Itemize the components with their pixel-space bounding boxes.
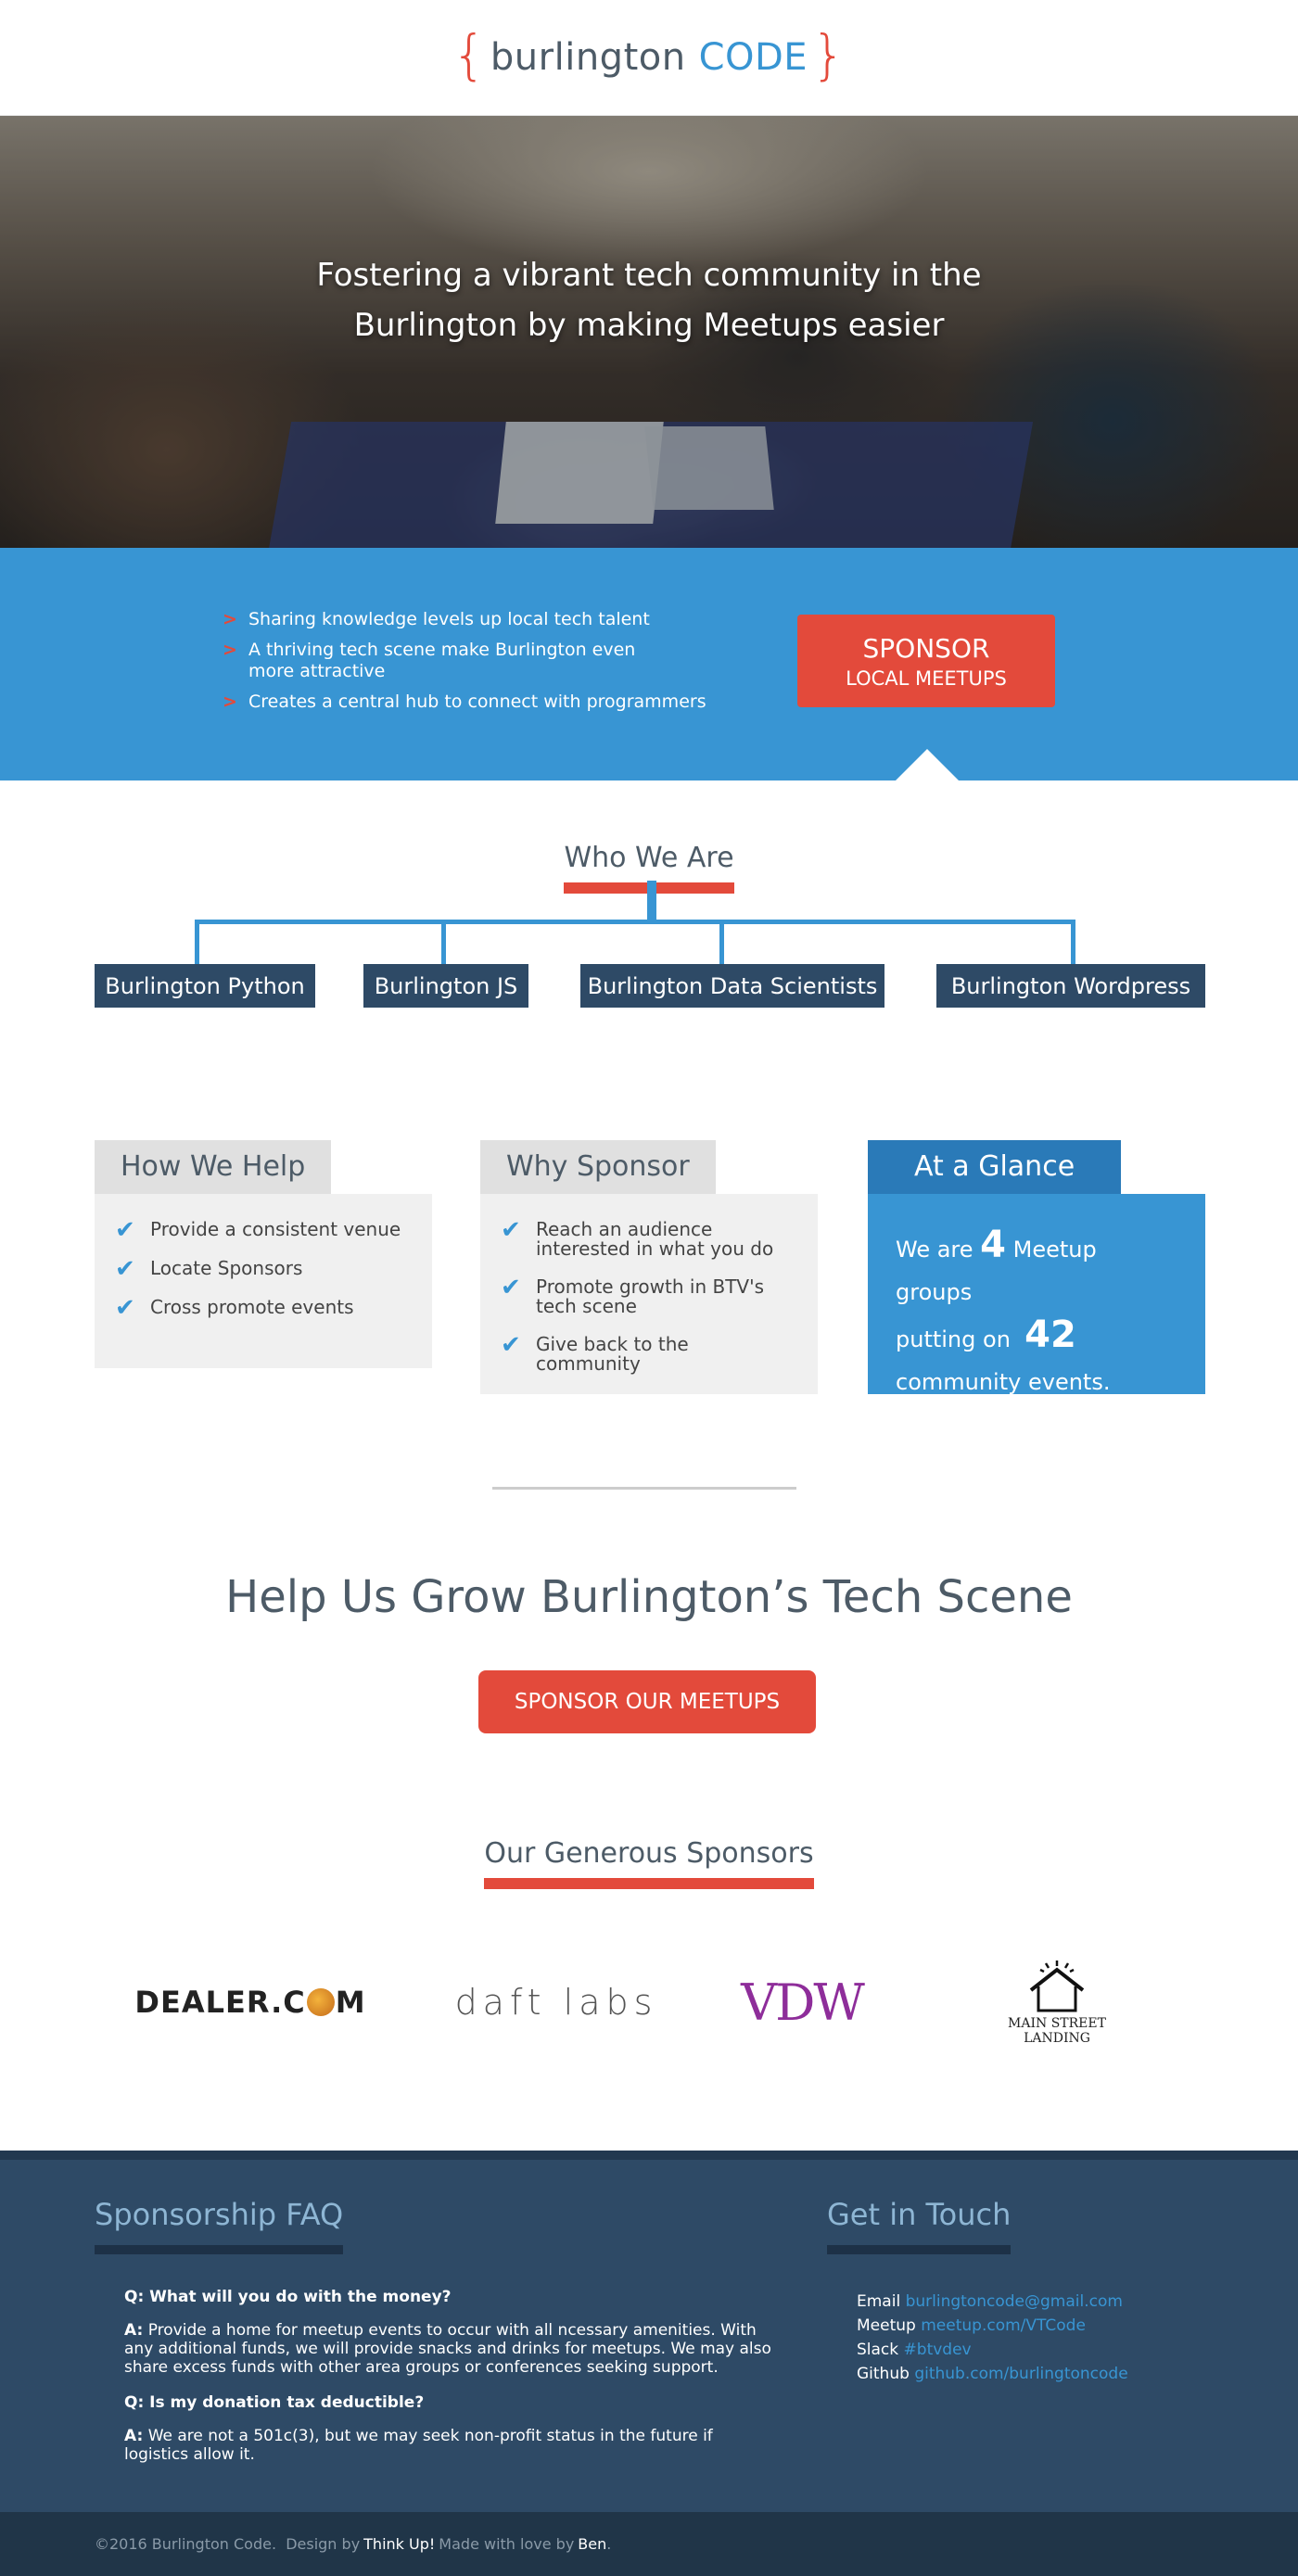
check-icon: ✔ bbox=[501, 1274, 521, 1301]
tree-bar bbox=[195, 920, 1075, 924]
dealer-com-logo[interactable]: DEALER.C M bbox=[93, 1951, 408, 2053]
tree-stem bbox=[647, 881, 656, 921]
meetup-link[interactable]: meetup.com/VTCode bbox=[921, 2316, 1086, 2335]
benefit-item: > Sharing knowledge levels up local tech … bbox=[223, 609, 650, 629]
benefit-item: > Creates a central hub to connect with p… bbox=[223, 692, 706, 712]
tree-branch bbox=[1071, 920, 1075, 966]
thinkup-link[interactable]: Think Up! bbox=[363, 2535, 435, 2553]
tree-branch bbox=[719, 920, 724, 966]
divider bbox=[492, 1487, 796, 1490]
how-we-help-card: How We Help ✔ Provide a consistent venue … bbox=[95, 1140, 432, 1368]
faq-answer: A: Provide a home for meetup events to o… bbox=[124, 2321, 771, 2377]
tree-branch bbox=[195, 920, 199, 966]
at-a-glance-title: At a Glance bbox=[868, 1140, 1122, 1194]
logo-brace-close: } bbox=[811, 23, 846, 86]
tree-branch bbox=[441, 920, 446, 966]
benefit-item: > A thriving tech scene make Burlington e… bbox=[223, 640, 636, 681]
vdw-logo[interactable]: VDW bbox=[714, 1951, 890, 2053]
brand-logo[interactable]: { burlington CODE } bbox=[452, 28, 846, 82]
help-item: ✔ Locate Sponsors bbox=[115, 1255, 303, 1283]
slack-link[interactable]: #btvdev bbox=[904, 2341, 972, 2359]
check-icon: ✔ bbox=[115, 1255, 135, 1283]
contact-email-row: Email burlingtoncode@gmail.com bbox=[857, 2292, 1123, 2311]
check-icon: ✔ bbox=[501, 1216, 521, 1244]
check-icon: ✔ bbox=[115, 1216, 135, 1244]
contact-github-row: Github github.com/burlingtoncode bbox=[857, 2365, 1128, 2383]
logo-code: CODE bbox=[698, 36, 808, 79]
logo-brace-open: { bbox=[452, 23, 487, 86]
at-a-glance-card: At a Glance We are 4 Meetup groups putti… bbox=[868, 1140, 1205, 1395]
faq-list: Q: What will you do with the money? A: P… bbox=[95, 2288, 781, 2464]
copyright-text: ©2016 Burlington Code. bbox=[95, 2535, 277, 2553]
how-we-help-title: How We Help bbox=[95, 1140, 332, 1194]
logo-word: burlington bbox=[490, 36, 686, 79]
events-count: 42 bbox=[1024, 1313, 1076, 1356]
groups-count: 4 bbox=[980, 1224, 1007, 1266]
group-burlington-wordpress[interactable]: Burlington Wordpress bbox=[936, 964, 1205, 1008]
faq-question: Q: Is my donation tax deductible? bbox=[124, 2393, 425, 2412]
section-notch bbox=[896, 749, 959, 780]
arrow-icon: > bbox=[223, 640, 237, 660]
daft-labs-logo[interactable]: daft labs bbox=[445, 1951, 668, 2053]
arrow-icon: > bbox=[223, 692, 237, 712]
arrow-icon: > bbox=[223, 609, 237, 629]
faq-section: Sponsorship FAQ Q: What will you do with… bbox=[95, 2197, 781, 2481]
faq-heading: Sponsorship FAQ bbox=[95, 2197, 344, 2254]
why-item: ✔ Reach an audience interested in what yo… bbox=[501, 1216, 774, 1260]
email-link[interactable]: burlingtoncode@gmail.com bbox=[906, 2292, 1123, 2311]
contact-list: Email burlingtoncode@gmail.com Meetup me… bbox=[827, 2290, 1128, 2386]
faq-answer: A: We are not a 501c(3), but we may seek… bbox=[124, 2427, 713, 2464]
why-sponsor-title: Why Sponsor bbox=[480, 1140, 716, 1194]
how-we-help-panel: ✔ Provide a consistent venue ✔ Locate Spon… bbox=[95, 1194, 432, 1368]
site-footer: Sponsorship FAQ Q: What will you do with… bbox=[0, 2151, 1298, 2512]
group-burlington-data-scientists[interactable]: Burlington Data Scientists bbox=[580, 964, 884, 1008]
check-icon: ✔ bbox=[501, 1331, 521, 1359]
why-item: ✔ Promote growth in BTV's tech scene bbox=[501, 1274, 765, 1317]
why-item: ✔ Give back to the community bbox=[501, 1331, 689, 1375]
github-link[interactable]: github.com/burlingtoncode bbox=[914, 2365, 1127, 2383]
site-header: { burlington CODE } bbox=[0, 0, 1298, 116]
why-sponsor-card: Why Sponsor ✔ Reach an audience intereste… bbox=[480, 1140, 818, 1394]
ben-link[interactable]: Ben bbox=[578, 2535, 606, 2553]
group-burlington-python[interactable]: Burlington Python bbox=[95, 964, 315, 1008]
help-item: ✔ Cross promote events bbox=[115, 1294, 354, 1322]
contact-section: Get in Touch Email burlingtoncode@gmail.… bbox=[827, 2197, 1128, 2386]
sponsor-our-meetups-button[interactable]: SPONSOR OUR MEETUPS bbox=[478, 1670, 816, 1733]
group-burlington-js[interactable]: Burlington JS bbox=[363, 964, 528, 1008]
contact-slack-row: Slack #btvdev bbox=[857, 2341, 972, 2359]
check-icon: ✔ bbox=[115, 1294, 135, 1322]
sponsors-heading-wrap: Our Generous Sponsors bbox=[0, 1835, 1298, 1889]
house-icon bbox=[1029, 1961, 1085, 2012]
help-item: ✔ Provide a consistent venue bbox=[115, 1216, 401, 1244]
benefits-bar: > Sharing knowledge levels up local tech … bbox=[0, 548, 1298, 780]
at-a-glance-panel: We are 4 Meetup groups putting on 42 com… bbox=[868, 1194, 1205, 1395]
main-street-landing-logo[interactable]: MAIN STREET LANDING bbox=[964, 1951, 1150, 2053]
grow-heading: Help Us Grow Burlington’s Tech Scene bbox=[225, 1571, 1073, 1623]
globe-icon bbox=[306, 1988, 335, 2016]
hero-tagline: Fostering a vibrant tech community in th… bbox=[0, 250, 1298, 350]
hero-banner: Fostering a vibrant tech community in th… bbox=[0, 116, 1298, 548]
sponsors-heading: Our Generous Sponsors bbox=[484, 1835, 814, 1889]
contact-meetup-row: Meetup meetup.com/VTCode bbox=[857, 2316, 1086, 2335]
hero-tagline-line1: Fostering a vibrant tech community in th… bbox=[316, 257, 982, 294]
sponsor-local-meetups-button[interactable]: SPONSOR LOCAL MEETUPS bbox=[797, 615, 1055, 707]
hero-tagline-line2: Burlington by making Meetups easier bbox=[353, 307, 945, 344]
faq-question: Q: What will you do with the money? bbox=[124, 2288, 452, 2306]
benefits-list: > Sharing knowledge levels up local tech … bbox=[223, 609, 723, 722]
copyright-bar: ©2016 Burlington Code. Design by Think U… bbox=[0, 2512, 1298, 2576]
why-sponsor-panel: ✔ Reach an audience interested in what yo… bbox=[480, 1194, 818, 1394]
contact-heading: Get in Touch bbox=[827, 2197, 1012, 2254]
